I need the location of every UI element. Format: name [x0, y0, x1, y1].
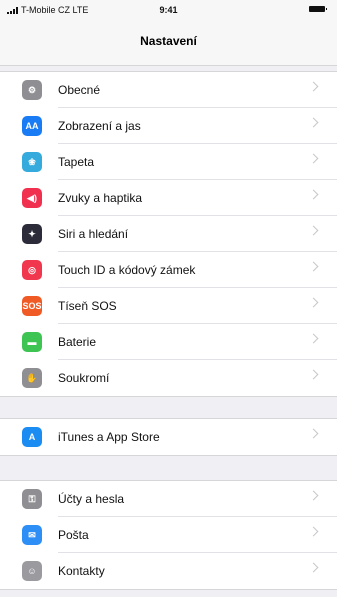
settings-row-label: Pošta: [58, 528, 89, 542]
settings-group-general: ⚙ Obecné AA Zobrazení a jas ❀ Tapeta ◀) Zvuky a…: [0, 71, 337, 397]
speaker-icon: ◀): [22, 188, 42, 208]
contacts-icon: ☺: [22, 561, 42, 581]
settings-row-wallpaper[interactable]: ❀ Tapeta: [0, 144, 337, 180]
settings-row-label: Zvuky a haptika: [58, 191, 143, 205]
settings-row-text-size[interactable]: AA Zobrazení a jas: [0, 108, 337, 144]
siri-icon: ✦: [22, 224, 42, 244]
settings-row-fingerprint[interactable]: ◎ Touch ID a kódový zámek: [0, 252, 337, 288]
hand-icon: ✋: [22, 368, 42, 388]
settings-row-hand[interactable]: ✋ Soukromí: [0, 360, 337, 396]
gear-icon: ⚙: [22, 80, 42, 100]
sos-icon: SOS: [22, 296, 42, 316]
settings-row-sos[interactable]: SOS Tíseň SOS: [0, 288, 337, 324]
settings-row-label: Baterie: [58, 335, 97, 349]
fingerprint-icon: ◎: [22, 260, 42, 280]
settings-row-label: iTunes a App Store: [58, 430, 160, 444]
settings-row-label: Touch ID a kódový zámek: [58, 263, 196, 277]
settings-row-label: Obecné: [58, 83, 101, 97]
mail-icon: ✉: [22, 525, 42, 545]
settings-row-label: Kontakty: [58, 564, 105, 578]
app-store-icon: A: [22, 427, 42, 447]
status-bar: T-Mobile CZ LTE 9:41: [0, 0, 337, 20]
settings-row-label: Soukromí: [58, 371, 110, 385]
settings-row-key[interactable]: ⚿ Účty a hesla: [0, 481, 337, 517]
settings-row-battery[interactable]: ▬ Baterie: [0, 324, 337, 360]
settings-row-gear[interactable]: ⚙ Obecné: [0, 72, 337, 108]
page-title: Nastavení: [140, 34, 197, 48]
settings-row-label: Zobrazení a jas: [58, 119, 141, 133]
settings-row-contacts[interactable]: ☺ Kontakty: [0, 553, 337, 589]
status-time: 9:41: [159, 5, 178, 15]
settings-group-accounts: ⚿ Účty a hesla ✉ Pošta ☺ Kontakty: [0, 480, 337, 590]
navigation-bar: T-Mobile CZ LTE 9:41 Nastavení: [0, 0, 337, 66]
settings-row-siri[interactable]: ✦ Siri a hledání: [0, 216, 337, 252]
battery-icon: ▬: [22, 332, 42, 352]
settings-row-label: Siri a hledání: [58, 227, 129, 241]
settings-row-app-store[interactable]: AiTunes a App Store: [0, 419, 337, 455]
settings-row-label: Tapeta: [58, 155, 95, 169]
settings-row-label: Tíseň SOS: [58, 299, 117, 313]
wallpaper-icon: ❀: [22, 152, 42, 172]
settings-group-store: AiTunes a App Store: [0, 418, 337, 456]
battery-status-icon: [309, 6, 327, 12]
settings-row-speaker[interactable]: ◀) Zvuky a haptika: [0, 180, 337, 216]
text-size-icon: AA: [22, 116, 42, 136]
settings-row-label: Účty a hesla: [58, 492, 125, 506]
key-icon: ⚿: [22, 489, 42, 509]
settings-row-mail[interactable]: ✉ Pošta: [0, 517, 337, 553]
